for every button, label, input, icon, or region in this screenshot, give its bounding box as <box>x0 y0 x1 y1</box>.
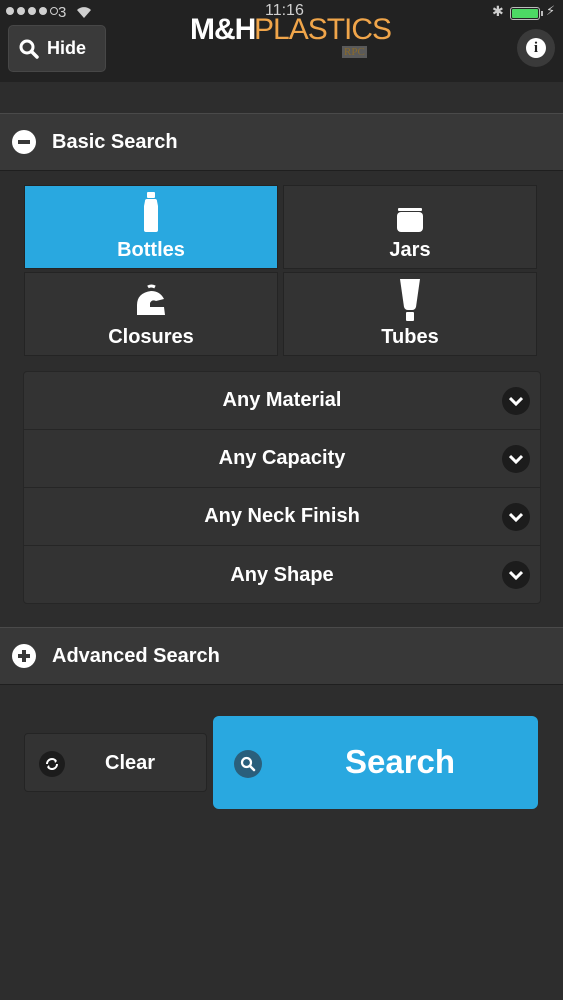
hide-button[interactable]: Hide <box>8 25 106 72</box>
category-closures[interactable]: Closures <box>24 272 278 356</box>
charging-icon: ⚡ <box>546 3 556 18</box>
clear-button-label: Clear <box>105 752 156 774</box>
category-label: Bottles <box>117 239 185 261</box>
filter-dropdowns: Any Material Any Capacity Any Neck Finis… <box>23 371 541 604</box>
dropdown-label: Any Neck Finish <box>204 505 360 527</box>
capacity-dropdown[interactable]: Any Capacity <box>24 430 540 488</box>
advanced-search-header[interactable]: Advanced Search <box>0 627 563 685</box>
top-bar: 3 11:16 ✱ ⚡ Hide M&H PLASTICS RPC i <box>0 0 563 82</box>
info-button[interactable]: i <box>517 29 555 67</box>
bluetooth-icon: ✱ <box>492 3 504 19</box>
info-icon: i <box>526 38 546 58</box>
mh-plastics-logo: M&H PLASTICS RPC <box>190 13 392 65</box>
carrier-label: 3 <box>58 4 67 21</box>
tube-icon <box>400 279 420 321</box>
chevron-down-icon <box>502 387 530 415</box>
search-icon <box>234 750 262 778</box>
dropdown-label: Any Shape <box>230 563 334 586</box>
expand-plus-icon <box>12 644 36 668</box>
collapse-minus-icon <box>12 130 36 154</box>
search-button-label: Search <box>345 743 456 780</box>
material-dropdown[interactable]: Any Material <box>24 372 540 430</box>
category-label: Closures <box>108 326 194 348</box>
hide-button-label: Hide <box>47 38 87 58</box>
chevron-down-icon <box>502 503 530 531</box>
dropdown-label: Any Capacity <box>218 447 346 469</box>
closure-icon <box>137 284 165 315</box>
jar-icon <box>397 208 423 232</box>
bottle-icon <box>144 192 158 232</box>
dropdown-label: Any Material <box>222 389 342 411</box>
logo-mh: M&H <box>190 13 256 46</box>
category-label: Jars <box>389 239 431 261</box>
signal-strength-icon <box>6 7 58 15</box>
category-tubes[interactable]: Tubes <box>283 272 537 356</box>
basic-search-title: Basic Search <box>52 130 178 153</box>
category-bottles[interactable]: Bottles <box>24 185 278 269</box>
advanced-search-title: Advanced Search <box>52 644 220 667</box>
neck-finish-dropdown[interactable]: Any Neck Finish <box>24 488 540 546</box>
basic-search-header[interactable]: Basic Search <box>0 113 563 171</box>
search-icon <box>19 39 39 59</box>
chevron-down-icon <box>502 445 530 473</box>
logo-plastics: PLASTICS <box>254 13 392 46</box>
chevron-down-icon <box>502 561 530 589</box>
clear-button[interactable]: Clear <box>24 733 207 792</box>
category-label: Tubes <box>381 326 439 348</box>
logo-rpc: RPC <box>342 46 367 58</box>
wifi-icon <box>77 7 91 19</box>
category-jars[interactable]: Jars <box>283 185 537 269</box>
search-button[interactable]: Search <box>213 716 538 809</box>
refresh-icon <box>39 751 65 777</box>
shape-dropdown[interactable]: Any Shape <box>24 546 540 604</box>
battery-icon <box>510 7 543 20</box>
